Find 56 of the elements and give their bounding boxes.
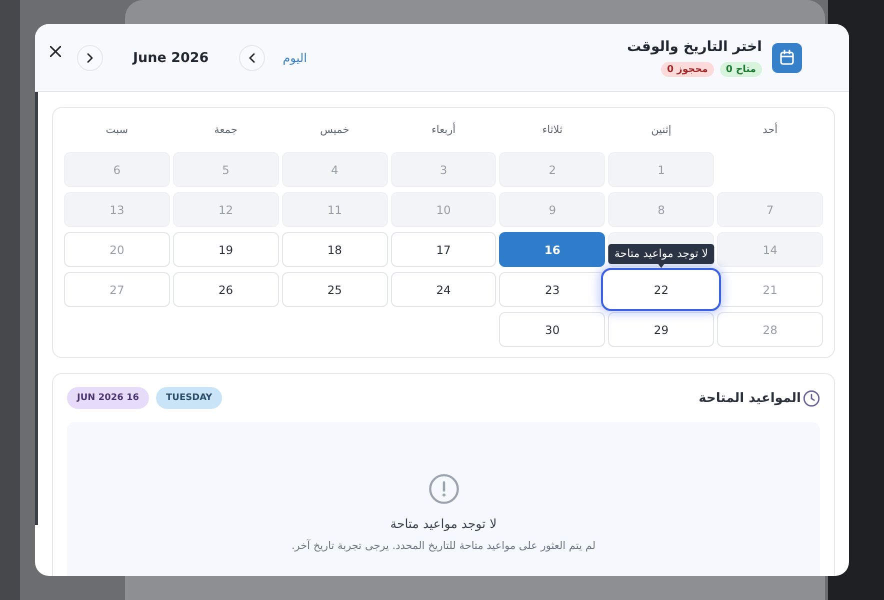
weekday-label: سبت: [106, 124, 128, 136]
day-cell[interactable]: 14: [717, 232, 823, 267]
scrollbar-thumb[interactable]: [35, 92, 38, 525]
weekday-label: خميس: [320, 124, 350, 136]
weekday-label: إثنين: [651, 124, 672, 136]
month-title: June 2026: [133, 50, 209, 66]
booked-count-badge: 0 محجوز: [660, 62, 714, 77]
alert-icon: [428, 474, 458, 504]
weekday-label: أربعاء: [431, 124, 456, 136]
clock-icon: [803, 390, 820, 406]
weekday-label: جمعة: [214, 124, 238, 136]
day-cell[interactable]: 22: [601, 268, 722, 311]
day-cell[interactable]: 24: [390, 272, 496, 307]
day-cell[interactable]: 2: [499, 152, 606, 187]
day-cell[interactable]: 27: [64, 272, 170, 307]
close-button[interactable]: [50, 46, 61, 57]
day-cell[interactable]: 6: [64, 152, 170, 187]
day-cell[interactable]: 9: [499, 192, 606, 227]
tooltip: لا توجد مواعيد متاحة: [608, 244, 714, 268]
chevron-left-icon: [248, 52, 255, 62]
day-cell[interactable]: 30: [499, 312, 606, 347]
day-cell[interactable]: 16: [499, 232, 606, 267]
day-cell[interactable]: 7: [717, 192, 823, 227]
day-cell[interactable]: 17: [390, 232, 496, 267]
date-badge: JUN 2026 16: [67, 387, 150, 409]
day-cell[interactable]: 10: [390, 192, 496, 227]
day-cell[interactable]: 3: [390, 152, 496, 187]
available-count-badge: 0 متاح: [720, 62, 762, 77]
day-cell[interactable]: 28: [717, 312, 823, 347]
day-cell[interactable]: 29: [608, 312, 714, 347]
dialog-title: اختر التاريخ والوقت: [626, 38, 762, 57]
day-cell[interactable]: 11: [282, 192, 388, 227]
weekday-label: أحد: [762, 124, 778, 136]
today-link[interactable]: اليوم: [282, 50, 307, 64]
close-icon: [50, 46, 61, 57]
empty-state-title: لا توجد مواعيد متاحة: [390, 515, 497, 533]
day-cell[interactable]: 19: [172, 232, 279, 267]
day-cell[interactable]: 8: [608, 192, 714, 227]
day-cell[interactable]: 12: [172, 192, 279, 227]
month-nav-button[interactable]: [238, 44, 265, 70]
day-cell[interactable]: 5: [172, 152, 279, 187]
month-nav-button[interactable]: [77, 44, 103, 70]
section-title: المواعيد المتاحة: [698, 390, 801, 406]
weekday-label: ثلاثاء: [542, 124, 562, 136]
day-cell[interactable]: 21: [717, 272, 823, 307]
empty-state-message: لم يتم العثور على مواعيد متاحة للتاريخ المحدد. يرجى تجربة تاريخ آخر.: [291, 538, 596, 554]
chevron-right-icon: [87, 52, 93, 62]
weekday-badge: TUESDAY: [156, 387, 222, 409]
day-cell[interactable]: 4: [282, 152, 388, 187]
day-cell[interactable]: 18: [282, 232, 388, 267]
day-cell[interactable]: 1: [608, 152, 714, 187]
day-cell[interactable]: 20: [64, 232, 170, 267]
day-cell[interactable]: 13: [64, 192, 170, 227]
calendar-icon: [772, 42, 802, 72]
day-cell[interactable]: 25: [282, 272, 388, 307]
day-cell[interactable]: 26: [172, 272, 279, 307]
